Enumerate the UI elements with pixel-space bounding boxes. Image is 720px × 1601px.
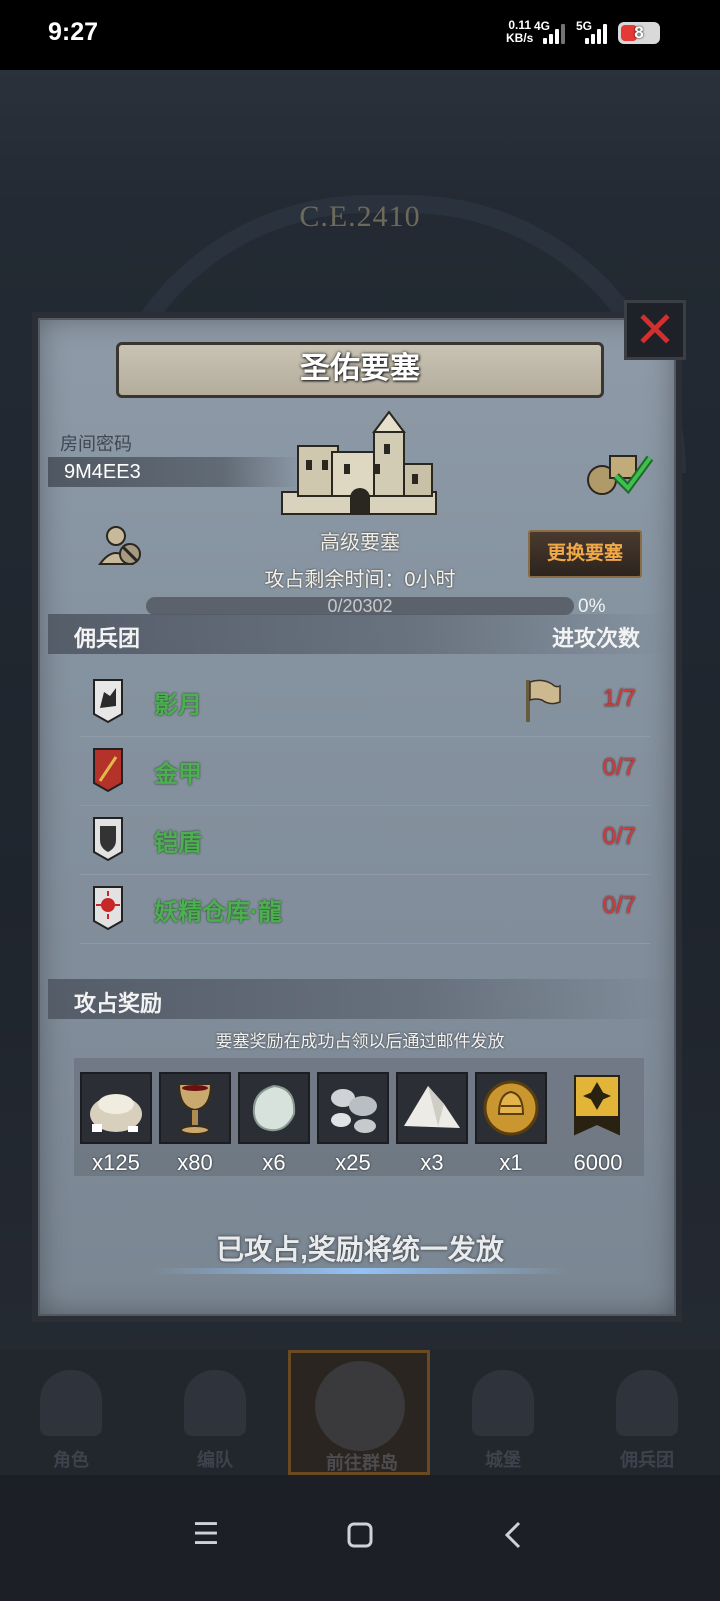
attack-count: 1/7 <box>602 685 636 712</box>
shield-banner-icon <box>93 817 123 862</box>
salt-pile-icon <box>396 1072 468 1144</box>
globe-icon <box>315 1361 405 1451</box>
supplies-check-icon[interactable] <box>584 446 654 498</box>
white-stone-icon <box>238 1072 310 1144</box>
castle-icon <box>472 1370 534 1436</box>
mercenary-row[interactable]: 影月 1/7 <box>80 668 650 737</box>
battery-icon: 8 <box>618 22 660 44</box>
gold-helmet-coin-icon <box>475 1072 547 1144</box>
home-icon[interactable] <box>340 1515 380 1555</box>
mercenary-row[interactable]: 铠盾 0/7 <box>80 806 650 875</box>
reward-section-header: 攻占奖励 <box>48 979 670 1019</box>
user-blocked-icon[interactable] <box>98 524 142 568</box>
battery-level: 8 <box>634 23 644 42</box>
sun-banner-icon <box>93 886 123 931</box>
signal-icon-2 <box>583 22 611 44</box>
flour-sack-icon <box>80 1072 152 1144</box>
reward-item[interactable]: x25 <box>317 1072 389 1176</box>
era-label: C.E.2410 <box>299 200 421 233</box>
reward-quantity: x1 <box>499 1150 523 1175</box>
progress-text: 0/20302 <box>327 596 393 616</box>
nav-label: 城堡 <box>485 1450 521 1470</box>
attack-count-header: 进攻次数 <box>551 626 640 651</box>
capture-status-message: 已攻占,奖励将统一发放 <box>216 1234 504 1265</box>
close-icon[interactable]: ✕ <box>624 300 686 360</box>
mercenary-section-header: 佣兵团 进攻次数 <box>48 614 670 654</box>
room-code-label: 房间密码 <box>60 434 132 454</box>
reward-quantity: x125 <box>92 1150 140 1175</box>
silver-ore-icon <box>317 1072 389 1144</box>
reward-quantity: x80 <box>177 1150 213 1175</box>
status-time: 9:27 <box>48 18 99 46</box>
wolf-banner-icon <box>93 679 123 724</box>
network-speed-unit: KB/s <box>506 31 534 45</box>
system-nav-bar: ☰ <box>0 1475 720 1601</box>
nav-castle[interactable]: 城堡 <box>432 1350 574 1475</box>
flag-icon <box>526 679 561 722</box>
mercenary-row[interactable]: 金甲 0/7 <box>80 737 650 806</box>
nav-label: 角色 <box>53 1450 89 1470</box>
menu-icon[interactable]: ☰ <box>186 1515 226 1555</box>
signal-icon <box>541 22 569 44</box>
sword-banner-icon <box>93 748 123 793</box>
reward-quantity: x6 <box>262 1150 286 1175</box>
network-speed: 0.11 KB/s <box>506 19 533 45</box>
dialog-title: 圣佑要塞 <box>116 342 604 398</box>
mercenary-name: 金甲 <box>154 761 202 788</box>
nav-character[interactable]: 角色 <box>0 1350 142 1475</box>
helmet-icon <box>184 1370 246 1436</box>
mercenary-name: 影月 <box>154 692 202 719</box>
nav-label: 前往群岛 <box>326 1453 398 1473</box>
reward-item[interactable]: x80 <box>159 1072 231 1176</box>
nav-label: 编队 <box>197 1450 233 1470</box>
fortress-castle-icon <box>281 410 437 515</box>
nav-mercenary[interactable]: 佣兵团 <box>576 1350 718 1475</box>
reward-header: 攻占奖励 <box>74 991 163 1016</box>
status-bar: 9:27 0.11 KB/s 4G 5G 8 <box>0 0 720 70</box>
change-fortress-button[interactable]: 更换要塞 <box>528 530 642 578</box>
nav-label: 佣兵团 <box>620 1450 674 1470</box>
reward-note: 要塞奖励在成功占领以后通过邮件发放 <box>215 1032 505 1051</box>
reward-quantity: x3 <box>420 1150 444 1175</box>
bottom-nav: 角色 编队 前往群岛 城堡 佣兵团 <box>0 1350 720 1475</box>
knight-icon <box>40 1370 102 1436</box>
reward-item[interactable]: x1 <box>475 1072 547 1176</box>
back-icon[interactable] <box>494 1515 534 1555</box>
mercenary-header: 佣兵团 <box>74 626 141 651</box>
goblet-icon <box>159 1072 231 1144</box>
mercenary-name: 铠盾 <box>154 830 202 857</box>
mercenary-row[interactable]: 妖精仓库·龍 0/7 <box>80 875 650 944</box>
capture-progress-bar: 0/20302 <box>146 597 574 615</box>
tower-icon <box>616 1370 678 1436</box>
attack-count: 0/7 <box>602 823 636 850</box>
reward-item[interactable]: x6 <box>238 1072 310 1176</box>
mercenary-name: 妖精仓库·龍 <box>154 899 282 926</box>
guild-banner-icon <box>561 1072 633 1144</box>
reward-quantity: 6000 <box>573 1150 623 1175</box>
status-glow <box>150 1268 570 1274</box>
nav-islands[interactable]: 前往群岛 <box>288 1350 430 1475</box>
reward-item[interactable]: 6000 <box>561 1072 635 1176</box>
attack-count: 0/7 <box>602 754 636 781</box>
attack-count: 0/7 <box>602 892 636 919</box>
reward-item[interactable]: x3 <box>396 1072 468 1176</box>
reward-item[interactable]: x125 <box>80 1072 152 1176</box>
room-code[interactable]: 9M4EE3 <box>64 461 141 484</box>
reward-quantity: x25 <box>335 1150 371 1175</box>
nav-formation[interactable]: 编队 <box>144 1350 286 1475</box>
